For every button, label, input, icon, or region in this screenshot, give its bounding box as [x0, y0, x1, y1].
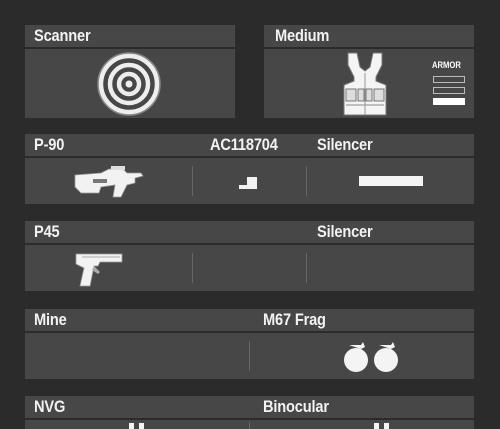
equipment-slot1[interactable]	[25, 333, 249, 379]
primary-weapon-panel[interactable]: P-90 AC118704 Silencer	[25, 134, 474, 204]
armor-panel[interactable]: Medium ARMOR	[264, 25, 474, 118]
primary-sight-label: AC118704	[210, 135, 278, 154]
silencer-icon	[358, 176, 423, 186]
secondary-weapon-panel[interactable]: P45 Silencer	[25, 221, 474, 291]
frag-grenade-icon	[344, 342, 398, 372]
secondary-weapon-slot[interactable]	[25, 245, 192, 291]
equipment-slot1-label: Mine	[34, 310, 67, 329]
vision-header: NVG Binocular	[25, 396, 474, 418]
binocular-icon	[374, 423, 389, 429]
primary-header: P-90 AC118704 Silencer	[25, 134, 474, 156]
armor-level-bar-filled	[433, 98, 465, 105]
armor-slot[interactable]: ARMOR	[264, 49, 474, 118]
vision-slot2[interactable]	[250, 420, 474, 429]
primary-weapon-slot[interactable]	[25, 158, 192, 204]
armor-vest-icon	[343, 52, 387, 116]
target-icon	[97, 52, 161, 116]
primary-weapon-label: P-90	[34, 135, 65, 154]
secondary-attachment-slot[interactable]	[307, 245, 474, 291]
pistol-icon	[75, 253, 122, 287]
armor-level-bar	[433, 87, 465, 94]
secondary-sight-slot[interactable]	[193, 245, 306, 291]
armor-level-bar	[433, 76, 465, 83]
primary-attachment-label: Silencer	[317, 135, 373, 154]
secondary-attachment-label: Silencer	[317, 222, 373, 241]
armor-header: Medium	[264, 25, 474, 47]
primary-attachment-slot[interactable]	[307, 158, 474, 204]
scanner-header: Scanner	[25, 25, 235, 47]
vision-panel[interactable]: NVG Binocular	[25, 396, 474, 429]
armor-type-label: Medium	[275, 26, 330, 45]
night-vision-goggles-icon	[129, 423, 144, 429]
secondary-header: P45 Silencer	[25, 221, 474, 243]
vision-slot1[interactable]	[25, 420, 249, 429]
primary-sight-slot[interactable]	[193, 158, 306, 204]
armor-level-label: ARMOR	[432, 60, 461, 70]
vision-slot2-label: Binocular	[263, 397, 329, 416]
equipment-header: Mine M67 Frag	[25, 309, 474, 331]
smg-icon	[74, 166, 144, 198]
scanner-panel[interactable]: Scanner	[25, 25, 235, 118]
vision-slot1-label: NVG	[34, 397, 66, 416]
equipment-slot2-label: M67 Frag	[263, 310, 326, 329]
equipment-slot2[interactable]	[250, 333, 474, 379]
secondary-weapon-label: P45	[34, 222, 60, 241]
scanner-label: Scanner	[34, 26, 91, 45]
equipment-panel[interactable]: Mine M67 Frag	[25, 309, 474, 379]
scanner-slot[interactable]	[25, 49, 235, 118]
red-dot-sight-icon	[238, 177, 257, 189]
